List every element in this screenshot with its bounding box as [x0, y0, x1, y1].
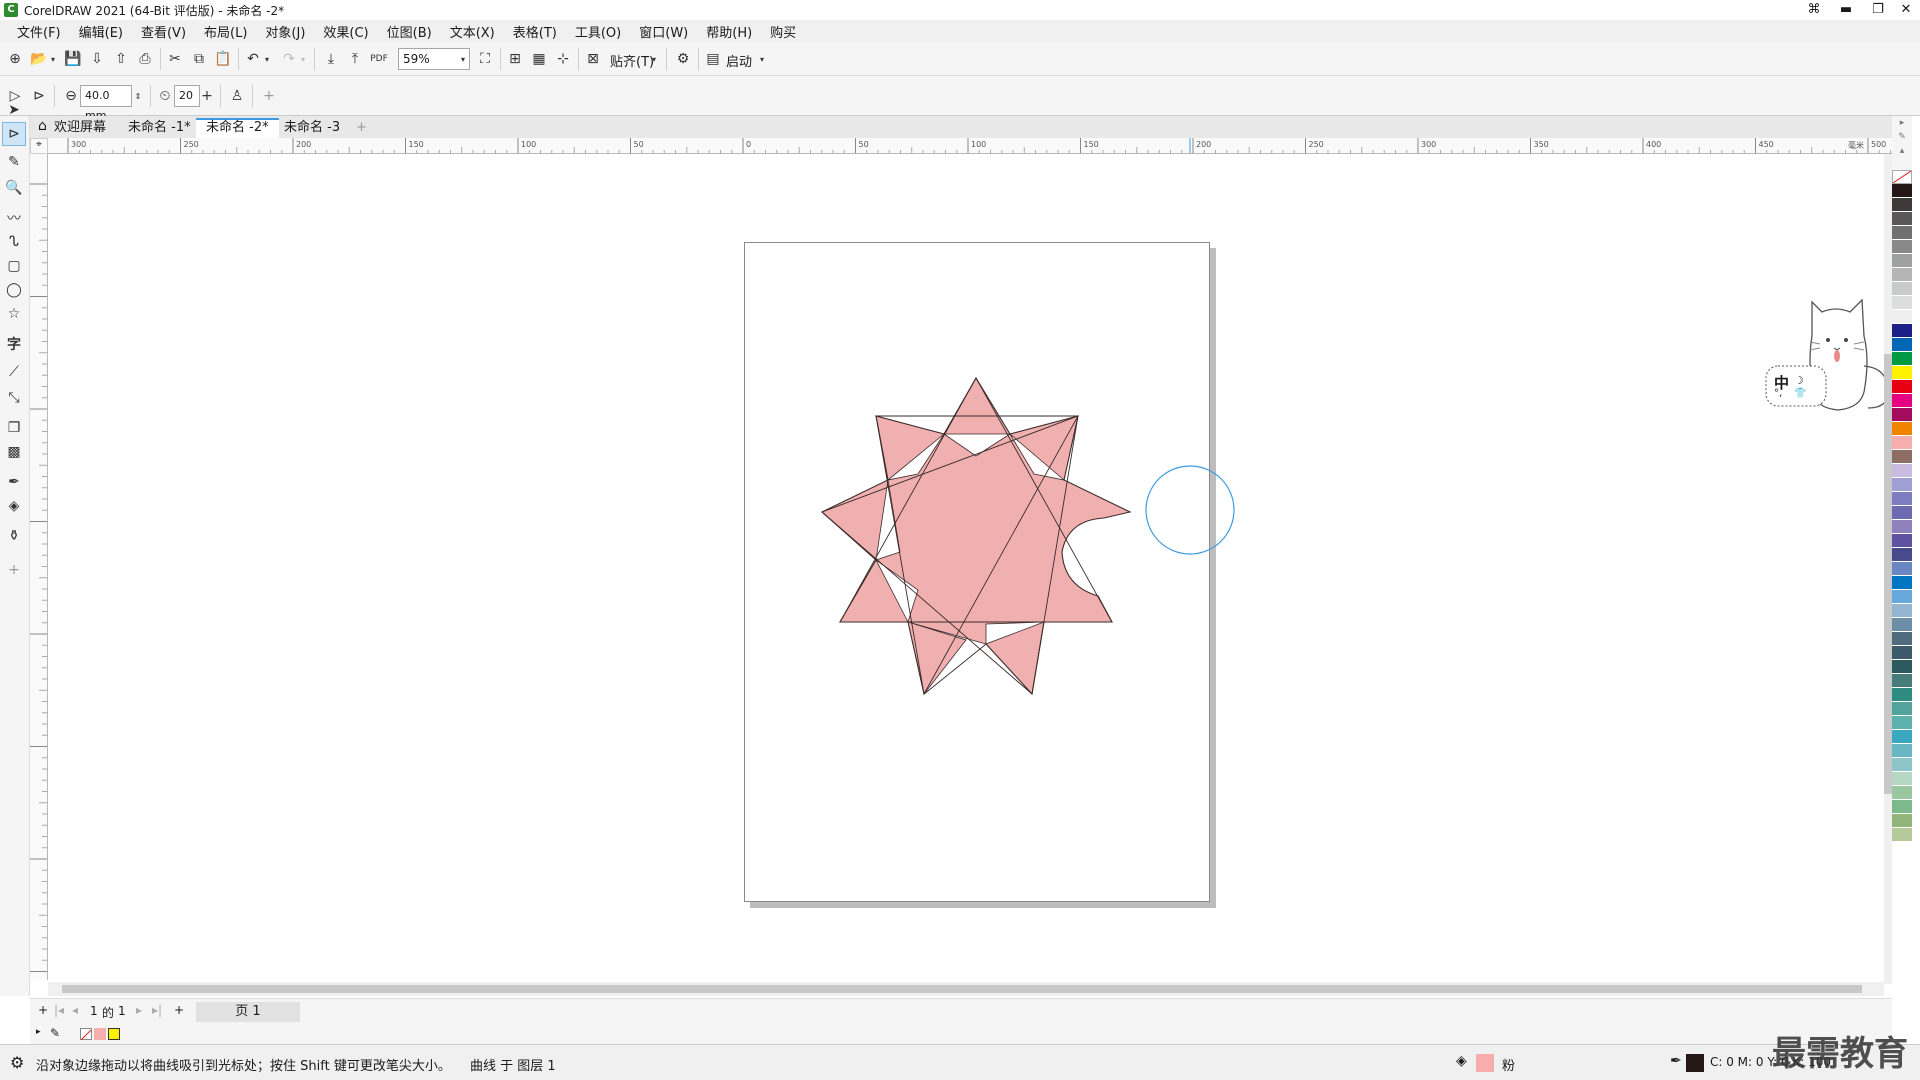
smear-brush-cursor: [1145, 465, 1235, 555]
palette-swatch[interactable]: [1892, 744, 1912, 758]
palette-swatch[interactable]: [1892, 464, 1912, 478]
palette-swatch[interactable]: [1892, 604, 1912, 618]
next-page-icon[interactable]: ▸: [136, 1003, 142, 1017]
vertical-scrollbar[interactable]: [1884, 154, 1892, 984]
palette-swatch[interactable]: [1892, 534, 1912, 548]
palette-swatch[interactable]: [1892, 422, 1912, 436]
palette-swatch[interactable]: [1892, 324, 1912, 338]
palette-swatch[interactable]: [1892, 702, 1912, 716]
star-shape[interactable]: [821, 376, 1132, 696]
palette-swatch[interactable]: [1892, 576, 1912, 590]
vertical-scroll-thumb[interactable]: [1884, 354, 1892, 794]
palette-swatch[interactable]: [1892, 450, 1912, 464]
palette-swatch[interactable]: [1892, 800, 1912, 814]
palette-swatch[interactable]: [1892, 590, 1912, 604]
color-palette: [1892, 184, 1912, 1020]
palette-swatch[interactable]: [1892, 786, 1912, 800]
horizontal-scrollbar[interactable]: [48, 982, 1884, 996]
fill-color-swatch[interactable]: [1476, 1054, 1494, 1072]
last-page-icon[interactable]: ▸|: [152, 1003, 162, 1017]
palette-swatch[interactable]: [1892, 338, 1912, 352]
palette-menu-icon[interactable]: ▴: [1892, 144, 1912, 158]
palette-swatch[interactable]: [1892, 212, 1912, 226]
status-bar: ⚙ 沿对象边缘拖动以将曲线吸引到光标处；按住 Shift 键可更改笔尖大小。 曲…: [0, 1044, 1920, 1080]
doc-palette-expand-icon[interactable]: ▸: [36, 1027, 41, 1037]
palette-swatch[interactable]: [1892, 828, 1912, 842]
page-tab[interactable]: 页 1: [196, 1002, 300, 1022]
palette-swatch[interactable]: [1892, 436, 1912, 450]
page-navigator: + |◂ ◂ 1 的 1 ▸ ▸| + 页 1: [30, 998, 1892, 1024]
palette-swatch[interactable]: [1892, 184, 1912, 198]
palette-swatch[interactable]: [1892, 380, 1912, 394]
palette-swatch[interactable]: [1892, 520, 1912, 534]
palette-scroll-up-icon[interactable]: ▸: [1892, 116, 1912, 130]
status-object-info: 曲线 于 图层 1: [470, 1059, 556, 1074]
fill-color-name: 粉: [1502, 1059, 1516, 1074]
prev-page-icon[interactable]: ◂: [72, 1003, 78, 1017]
doc-swatch-pink[interactable]: [94, 1028, 106, 1040]
total-pages: 1: [118, 1004, 126, 1018]
fill-indicator-icon: ◈: [1456, 1053, 1467, 1069]
palette-swatch[interactable]: [1892, 646, 1912, 660]
palette-swatch[interactable]: [1892, 618, 1912, 632]
document-palette: ▸ ✎: [30, 1024, 1892, 1044]
palette-swatch[interactable]: [1892, 268, 1912, 282]
artwork-layer: [821, 376, 1235, 696]
doc-swatch-yellow[interactable]: [108, 1028, 120, 1040]
status-hint-text: 沿对象边缘拖动以将曲线吸引到光标处；按住 Shift 键可更改笔尖大小。: [36, 1059, 451, 1074]
add-page-after-icon[interactable]: +: [174, 1003, 184, 1017]
doc-swatch-none[interactable]: [80, 1028, 92, 1041]
palette-swatch[interactable]: [1892, 716, 1912, 730]
current-page-number[interactable]: 1: [90, 1004, 98, 1018]
palette-swatch[interactable]: [1892, 660, 1912, 674]
palette-swatch[interactable]: [1892, 758, 1912, 772]
palette-swatch[interactable]: [1892, 506, 1912, 520]
ime-moon-icon: ☽: [1794, 374, 1804, 387]
palette-swatch[interactable]: [1892, 226, 1912, 240]
watermark-logo: 最需教育: [1772, 1034, 1908, 1074]
palette-swatch[interactable]: [1892, 240, 1912, 254]
palette-swatch[interactable]: [1892, 688, 1912, 702]
palette-swatch[interactable]: [1892, 562, 1912, 576]
palette-swatch[interactable]: [1892, 366, 1912, 380]
assistant-cat-widget[interactable]: 中 ☽ °, 👕: [1764, 296, 1892, 414]
palette-swatch[interactable]: [1892, 198, 1912, 212]
first-page-icon[interactable]: |◂: [54, 1003, 64, 1017]
palette-swatch[interactable]: [1892, 394, 1912, 408]
ime-punct-icon: °,: [1774, 388, 1783, 399]
palette-swatch[interactable]: [1892, 310, 1912, 324]
palette-swatch[interactable]: [1892, 408, 1912, 422]
page-of-label: 的: [102, 1006, 115, 1020]
palette-swatch[interactable]: [1892, 632, 1912, 646]
palette-swatch[interactable]: [1892, 282, 1912, 296]
palette-eyedropper-icon[interactable]: ✎: [1892, 130, 1912, 144]
palette-header: ▸ ✎ ▴: [1892, 116, 1912, 170]
no-color-swatch[interactable]: [1892, 170, 1912, 184]
outline-pen-icon: ✒: [1670, 1053, 1682, 1069]
palette-swatch[interactable]: [1892, 492, 1912, 506]
palette-swatch[interactable]: [1892, 296, 1912, 310]
palette-swatch[interactable]: [1892, 772, 1912, 786]
palette-swatch[interactable]: [1892, 548, 1912, 562]
palette-swatch[interactable]: [1892, 814, 1912, 828]
add-page-before-icon[interactable]: +: [38, 1003, 48, 1017]
doc-palette-eyedropper-icon[interactable]: ✎: [50, 1026, 60, 1040]
palette-swatch[interactable]: [1892, 254, 1912, 268]
horizontal-scroll-thumb[interactable]: [62, 985, 1862, 993]
palette-swatch[interactable]: [1892, 730, 1912, 744]
status-settings-gear-icon[interactable]: ⚙: [10, 1053, 24, 1072]
palette-swatch[interactable]: [1892, 352, 1912, 366]
palette-swatch[interactable]: [1892, 674, 1912, 688]
ime-shirt-icon: 👕: [1794, 388, 1807, 399]
palette-swatch[interactable]: [1892, 478, 1912, 492]
outline-color-swatch[interactable]: [1686, 1054, 1704, 1072]
